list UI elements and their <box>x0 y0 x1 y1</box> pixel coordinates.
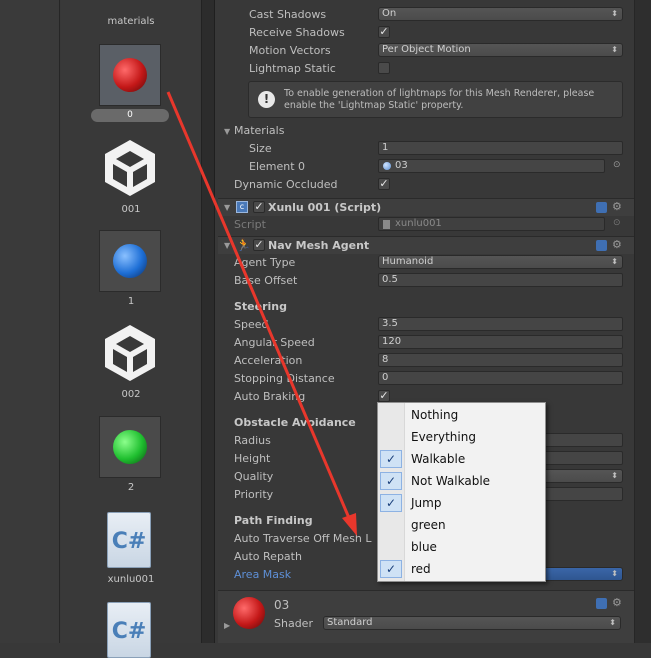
menu-item-red[interactable]: ✓ red <box>378 558 545 580</box>
menu-item-green[interactable]: green <box>378 514 545 536</box>
menu-item-blue[interactable]: blue <box>378 536 545 558</box>
menu-item-walkable[interactable]: ✓ Walkable <box>378 448 545 470</box>
annotation-arrow <box>166 91 357 536</box>
menu-item-not-walkable[interactable]: ✓ Not Walkable <box>378 470 545 492</box>
menu-item-everything[interactable]: Everything <box>378 426 545 448</box>
check-icon: ✓ <box>380 472 402 490</box>
menu-item-jump[interactable]: ✓ Jump <box>378 492 545 514</box>
check-icon: ✓ <box>380 450 402 468</box>
menu-item-nothing[interactable]: Nothing <box>378 404 545 426</box>
area-mask-menu: Nothing Everything ✓ Walkable ✓ Not Walk… <box>377 402 546 582</box>
check-icon: ✓ <box>380 560 402 578</box>
check-icon: ✓ <box>380 494 402 512</box>
